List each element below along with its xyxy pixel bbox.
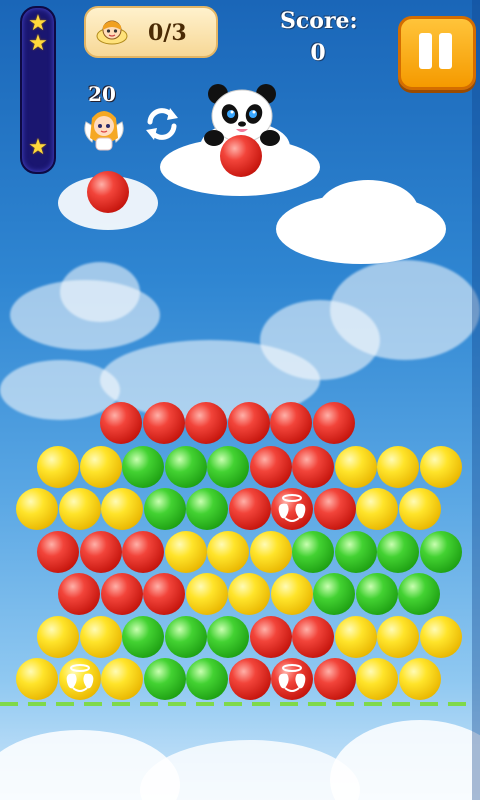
- score-label: Score:: [280, 8, 358, 34]
- yellow-bubble: [80, 446, 122, 488]
- green-bubble: [144, 658, 186, 700]
- angel-bubble: [271, 658, 313, 700]
- red-bubble: [270, 402, 312, 444]
- red-bubble: [80, 531, 122, 573]
- game-scene[interactable]: ★ ★ ★ 0/3 Score: 0 20: [0, 0, 480, 800]
- red-bubble: [292, 446, 334, 488]
- green-bubble: [313, 573, 355, 615]
- star-progress-bar: ★ ★ ★: [20, 6, 56, 174]
- yellow-bubble: [271, 573, 313, 615]
- angel-bubble: [271, 488, 313, 530]
- green-bubble: [186, 488, 228, 530]
- green-bubble: [165, 446, 207, 488]
- green-bubble: [165, 616, 207, 658]
- green-bubble: [398, 573, 440, 615]
- yellow-bubble: [186, 573, 228, 615]
- yellow-bubble: [399, 488, 441, 530]
- angel-wings-icon: [278, 494, 306, 522]
- pause-button[interactable]: [398, 16, 476, 90]
- yellow-bubble: [420, 616, 462, 658]
- red-bubble: [143, 573, 185, 615]
- red-bubble: [314, 658, 356, 700]
- red-bubble: [37, 531, 79, 573]
- yellow-bubble: [335, 616, 377, 658]
- yellow-bubble: [228, 573, 270, 615]
- angel-goal-icon: [96, 20, 128, 45]
- green-bubble: [122, 446, 164, 488]
- shots-remaining: 20: [88, 82, 116, 106]
- current-ball[interactable]: [220, 135, 262, 177]
- angel-bubble: [59, 658, 101, 700]
- yellow-bubble: [356, 658, 398, 700]
- yellow-bubble: [80, 616, 122, 658]
- green-bubble: [356, 573, 398, 615]
- red-bubble: [313, 402, 355, 444]
- yellow-bubble: [16, 658, 58, 700]
- green-bubble: [122, 616, 164, 658]
- green-bubble: [207, 616, 249, 658]
- green-bubble: [335, 531, 377, 573]
- green-bubble: [420, 531, 462, 573]
- red-bubble: [122, 531, 164, 573]
- screen-edge: [472, 0, 480, 800]
- yellow-bubble: [165, 531, 207, 573]
- red-bubble: [229, 658, 271, 700]
- yellow-bubble: [356, 488, 398, 530]
- red-bubble: [143, 402, 185, 444]
- green-bubble: [207, 446, 249, 488]
- yellow-bubble: [101, 488, 143, 530]
- red-bubble: [101, 573, 143, 615]
- score-value: 0: [310, 40, 326, 66]
- yellow-bubble: [377, 446, 419, 488]
- yellow-bubble: [377, 616, 419, 658]
- red-bubble: [228, 402, 270, 444]
- green-bubble: [186, 658, 228, 700]
- yellow-bubble: [37, 616, 79, 658]
- yellow-bubble: [101, 658, 143, 700]
- green-bubble: [377, 531, 419, 573]
- red-bubble: [185, 402, 227, 444]
- angel-character-icon: [84, 111, 124, 151]
- red-bubble: [250, 616, 292, 658]
- green-bubble: [144, 488, 186, 530]
- yellow-bubble: [59, 488, 101, 530]
- red-bubble: [250, 446, 292, 488]
- red-bubble: [314, 488, 356, 530]
- angel-wings-icon: [278, 664, 306, 692]
- yellow-bubble: [37, 446, 79, 488]
- goal-counter: 0/3: [84, 6, 218, 58]
- danger-line: [0, 702, 470, 706]
- next-ball[interactable]: [87, 171, 129, 213]
- swap-icon[interactable]: [140, 102, 184, 146]
- green-bubble: [292, 531, 334, 573]
- red-bubble: [58, 573, 100, 615]
- yellow-bubble: [250, 531, 292, 573]
- star-icon: ★: [28, 135, 48, 160]
- star-icon: ★: [28, 31, 48, 56]
- yellow-bubble: [335, 446, 377, 488]
- angel-wings-icon: [66, 664, 94, 692]
- red-bubble: [100, 402, 142, 444]
- goal-count: 0/3: [148, 20, 187, 46]
- yellow-bubble: [420, 446, 462, 488]
- yellow-bubble: [207, 531, 249, 573]
- red-bubble: [229, 488, 271, 530]
- yellow-bubble: [16, 488, 58, 530]
- red-bubble: [292, 616, 334, 658]
- yellow-bubble: [399, 658, 441, 700]
